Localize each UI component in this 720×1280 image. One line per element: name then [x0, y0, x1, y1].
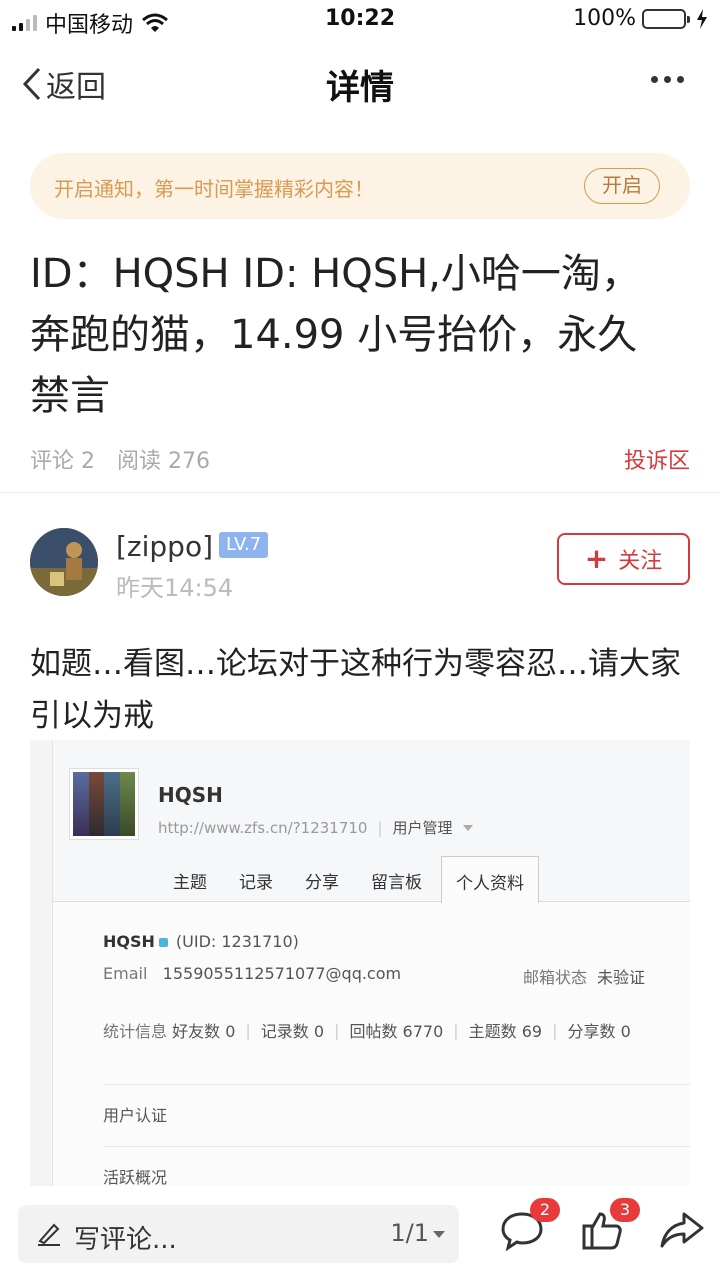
stats-row: 统计信息 好友数 0 | 记录数 0 | 回帖数 6770 | 主题数 69 | 分享数… — [103, 1020, 631, 1042]
profile-tab: 留言板 — [371, 873, 422, 893]
comment-placeholder: 写评论... — [74, 1225, 177, 1255]
profile-username: HQSH — [158, 783, 223, 807]
post-time: 昨天14:54 — [116, 574, 234, 602]
page-selector[interactable]: 1/1 — [390, 1219, 445, 1247]
follow-label: 关注 — [618, 549, 663, 574]
follow-button[interactable]: + 关注 — [557, 533, 690, 585]
post-meta: 评论 2 阅读 276 — [30, 443, 210, 475]
back-chevron-icon — [22, 67, 41, 101]
verify-row: 用户认证 — [103, 1106, 168, 1125]
profile-avatar — [69, 768, 139, 840]
like-badge: 3 — [610, 1198, 640, 1222]
author-name[interactable]: [zippo] — [116, 530, 213, 563]
profile-tabs: 主题 记录 分享 留言板 个人资料 — [53, 856, 690, 903]
mail-state: 邮箱状态 未验证 — [523, 968, 646, 987]
profile-screenshot: HQSH http://www.zfs.cn/?1231710 | 用户管理 主… — [52, 740, 690, 1186]
page-indicator: 1/1 — [390, 1219, 429, 1247]
profile-tab: 主题 — [173, 873, 207, 893]
status-dot-icon — [158, 938, 168, 947]
profile-url-row: http://www.zfs.cn/?1231710 | 用户管理 — [158, 817, 473, 838]
post-image[interactable]: HQSH http://www.zfs.cn/?1231710 | 用户管理 主… — [30, 740, 690, 1186]
like-button[interactable]: 3 — [578, 1198, 640, 1254]
activity-row: 活跃概况 — [103, 1168, 168, 1186]
dropdown-icon — [433, 1231, 445, 1238]
profile-tab: 分享 — [305, 873, 339, 893]
divider — [0, 492, 720, 493]
battery-icon — [642, 8, 690, 29]
comment-count: 评论 2 — [30, 449, 95, 474]
charging-icon — [697, 8, 707, 29]
back-button[interactable]: 返回 — [22, 62, 106, 106]
back-label: 返回 — [46, 70, 106, 105]
profile-tab: 记录 — [239, 873, 273, 893]
status-right: 100% — [573, 6, 708, 31]
follow-plus-icon: + — [584, 542, 609, 575]
pen-icon — [38, 1223, 60, 1246]
post-title: ID：HQSH ID: HQSH,小哈一淘，奔跑的猫，14.99 小号抬价，永久… — [30, 251, 641, 419]
divider — [103, 1146, 690, 1147]
comment-button[interactable]: 2 — [498, 1198, 560, 1254]
email-row: Email 1559055112571077@qq.com — [103, 964, 402, 983]
battery-percent: 100% — [573, 6, 636, 31]
nav-bar: 返回 详情 — [0, 50, 720, 112]
notification-text: 开启通知，第一时间掌握精彩内容！ — [54, 177, 374, 201]
profile-tab-active: 个人资料 — [441, 856, 539, 903]
post-body: 如题…看图…论坛对于这种行为零容忍…请大家引以为戒 — [30, 646, 681, 734]
report-link[interactable]: 投诉区 — [624, 443, 690, 475]
profile-url: http://www.zfs.cn/?1231710 — [158, 818, 368, 837]
read-count: 阅读 276 — [117, 449, 210, 474]
comment-badge: 2 — [530, 1198, 560, 1222]
share-icon — [660, 1212, 704, 1248]
profile-header: HQSH http://www.zfs.cn/?1231710 | 用户管理 主… — [53, 740, 690, 903]
more-icon[interactable] — [651, 76, 684, 83]
divider — [103, 1084, 690, 1085]
bottom-bar: 写评论... 1/1 2 3 — [0, 1188, 720, 1280]
notification-banner: 开启通知，第一时间掌握精彩内容！ 开启 — [30, 153, 690, 219]
uid-row: HQSH (UID: 1231710) — [103, 932, 299, 951]
comment-input[interactable]: 写评论... 1/1 — [18, 1205, 459, 1263]
avatar[interactable] — [30, 528, 98, 596]
level-badge: LV.7 — [219, 532, 269, 558]
page-title: 详情 — [326, 68, 394, 108]
dropdown-icon — [462, 824, 473, 831]
share-button[interactable] — [658, 1206, 706, 1254]
user-management: 用户管理 — [392, 819, 453, 837]
enable-notification-button[interactable]: 开启 — [584, 168, 660, 204]
status-bar: 中国移动 10:22 100% — [0, 0, 720, 40]
